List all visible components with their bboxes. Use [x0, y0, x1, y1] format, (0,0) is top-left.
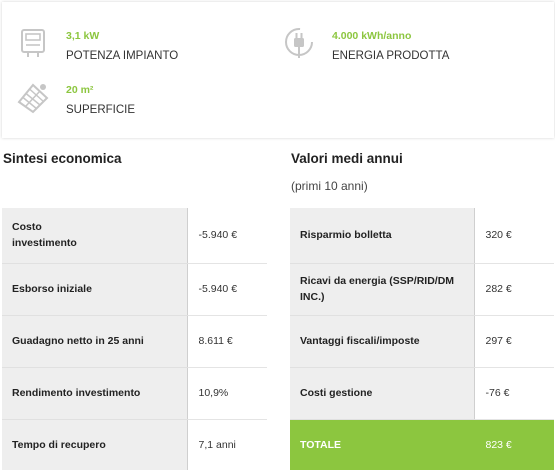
stat-energy: 4.000 kWh/anno ENERGIA PRODOTTA: [282, 26, 449, 64]
energy-label: ENERGIA PRODOTTA: [332, 50, 450, 62]
energy-value: 4.000 kWh/anno: [332, 30, 412, 42]
annual-averages-table: Risparmio bolletta 320 € Ricavi da energ…: [290, 208, 554, 470]
annual-averages-subtitle: (primi 10 anni): [291, 179, 368, 193]
surface-label: SUPERFICIE: [66, 104, 136, 116]
table-row: Rendimento investimento 10,9%: [2, 367, 267, 420]
table-row: Tempo di recupero 7,1 anni: [2, 419, 267, 470]
row-label: Costi gestione: [290, 367, 475, 420]
table-row: Vantaggi fiscali/imposte 297 €: [290, 315, 554, 368]
row-value: -76 €: [474, 367, 554, 420]
annual-averages-title: Valori medi annui: [291, 151, 403, 166]
table-row: Guadagno netto in 25 anni 8.611 €: [2, 315, 267, 368]
row-value: 10,9%: [187, 367, 267, 420]
economic-summary-title: Sintesi economica: [3, 151, 122, 166]
row-label: Tempo di recupero: [2, 419, 188, 470]
row-label: Ricavi da energia (SSP/RID/DM INC.): [290, 263, 475, 316]
table-row: Risparmio bolletta 320 €: [290, 208, 554, 264]
table-row: Esborso iniziale -5.940 €: [2, 263, 267, 316]
table-row: Ricavi da energia (SSP/RID/DM INC.) 282 …: [290, 263, 554, 316]
plug-icon: [285, 28, 313, 58]
row-value: 8.611 €: [187, 315, 267, 368]
row-value: -5.940 €: [187, 263, 267, 316]
meter-icon: [21, 29, 45, 57]
row-label: Rendimento investimento: [2, 367, 188, 420]
surface-value: 20 m²: [66, 84, 94, 96]
plant-summary-card: 3,1 kW POTENZA IMPIANTO 4.000 kWh/anno E…: [2, 2, 554, 138]
economic-summary-table: Costo investimento -5.940 € Esborso iniz…: [2, 208, 267, 470]
total-row: TOTALE 823 €: [290, 419, 554, 470]
table-row: Costi gestione -76 €: [290, 367, 554, 420]
row-label: Guadagno netto in 25 anni: [2, 315, 188, 368]
row-label: Risparmio bolletta: [290, 208, 475, 264]
total-value: 823 €: [474, 419, 554, 470]
solar-panel-icon: [17, 83, 49, 114]
stat-power: 3,1 kW POTENZA IMPIANTO: [16, 26, 178, 64]
row-label: Costo investimento: [2, 208, 188, 264]
total-label: TOTALE: [290, 419, 475, 470]
row-value: 282 €: [474, 263, 554, 316]
row-value: -5.940 €: [187, 208, 267, 264]
power-label: POTENZA IMPIANTO: [66, 50, 179, 62]
stat-surface: 20 m² SUPERFICIE: [16, 80, 135, 118]
row-value: 297 €: [474, 315, 554, 368]
row-label: Esborso iniziale: [2, 263, 188, 316]
power-value: 3,1 kW: [66, 30, 100, 42]
row-value: 320 €: [474, 208, 554, 264]
table-row: Costo investimento -5.940 €: [2, 208, 267, 264]
row-label: Vantaggi fiscali/imposte: [290, 315, 475, 368]
row-value: 7,1 anni: [187, 419, 267, 470]
